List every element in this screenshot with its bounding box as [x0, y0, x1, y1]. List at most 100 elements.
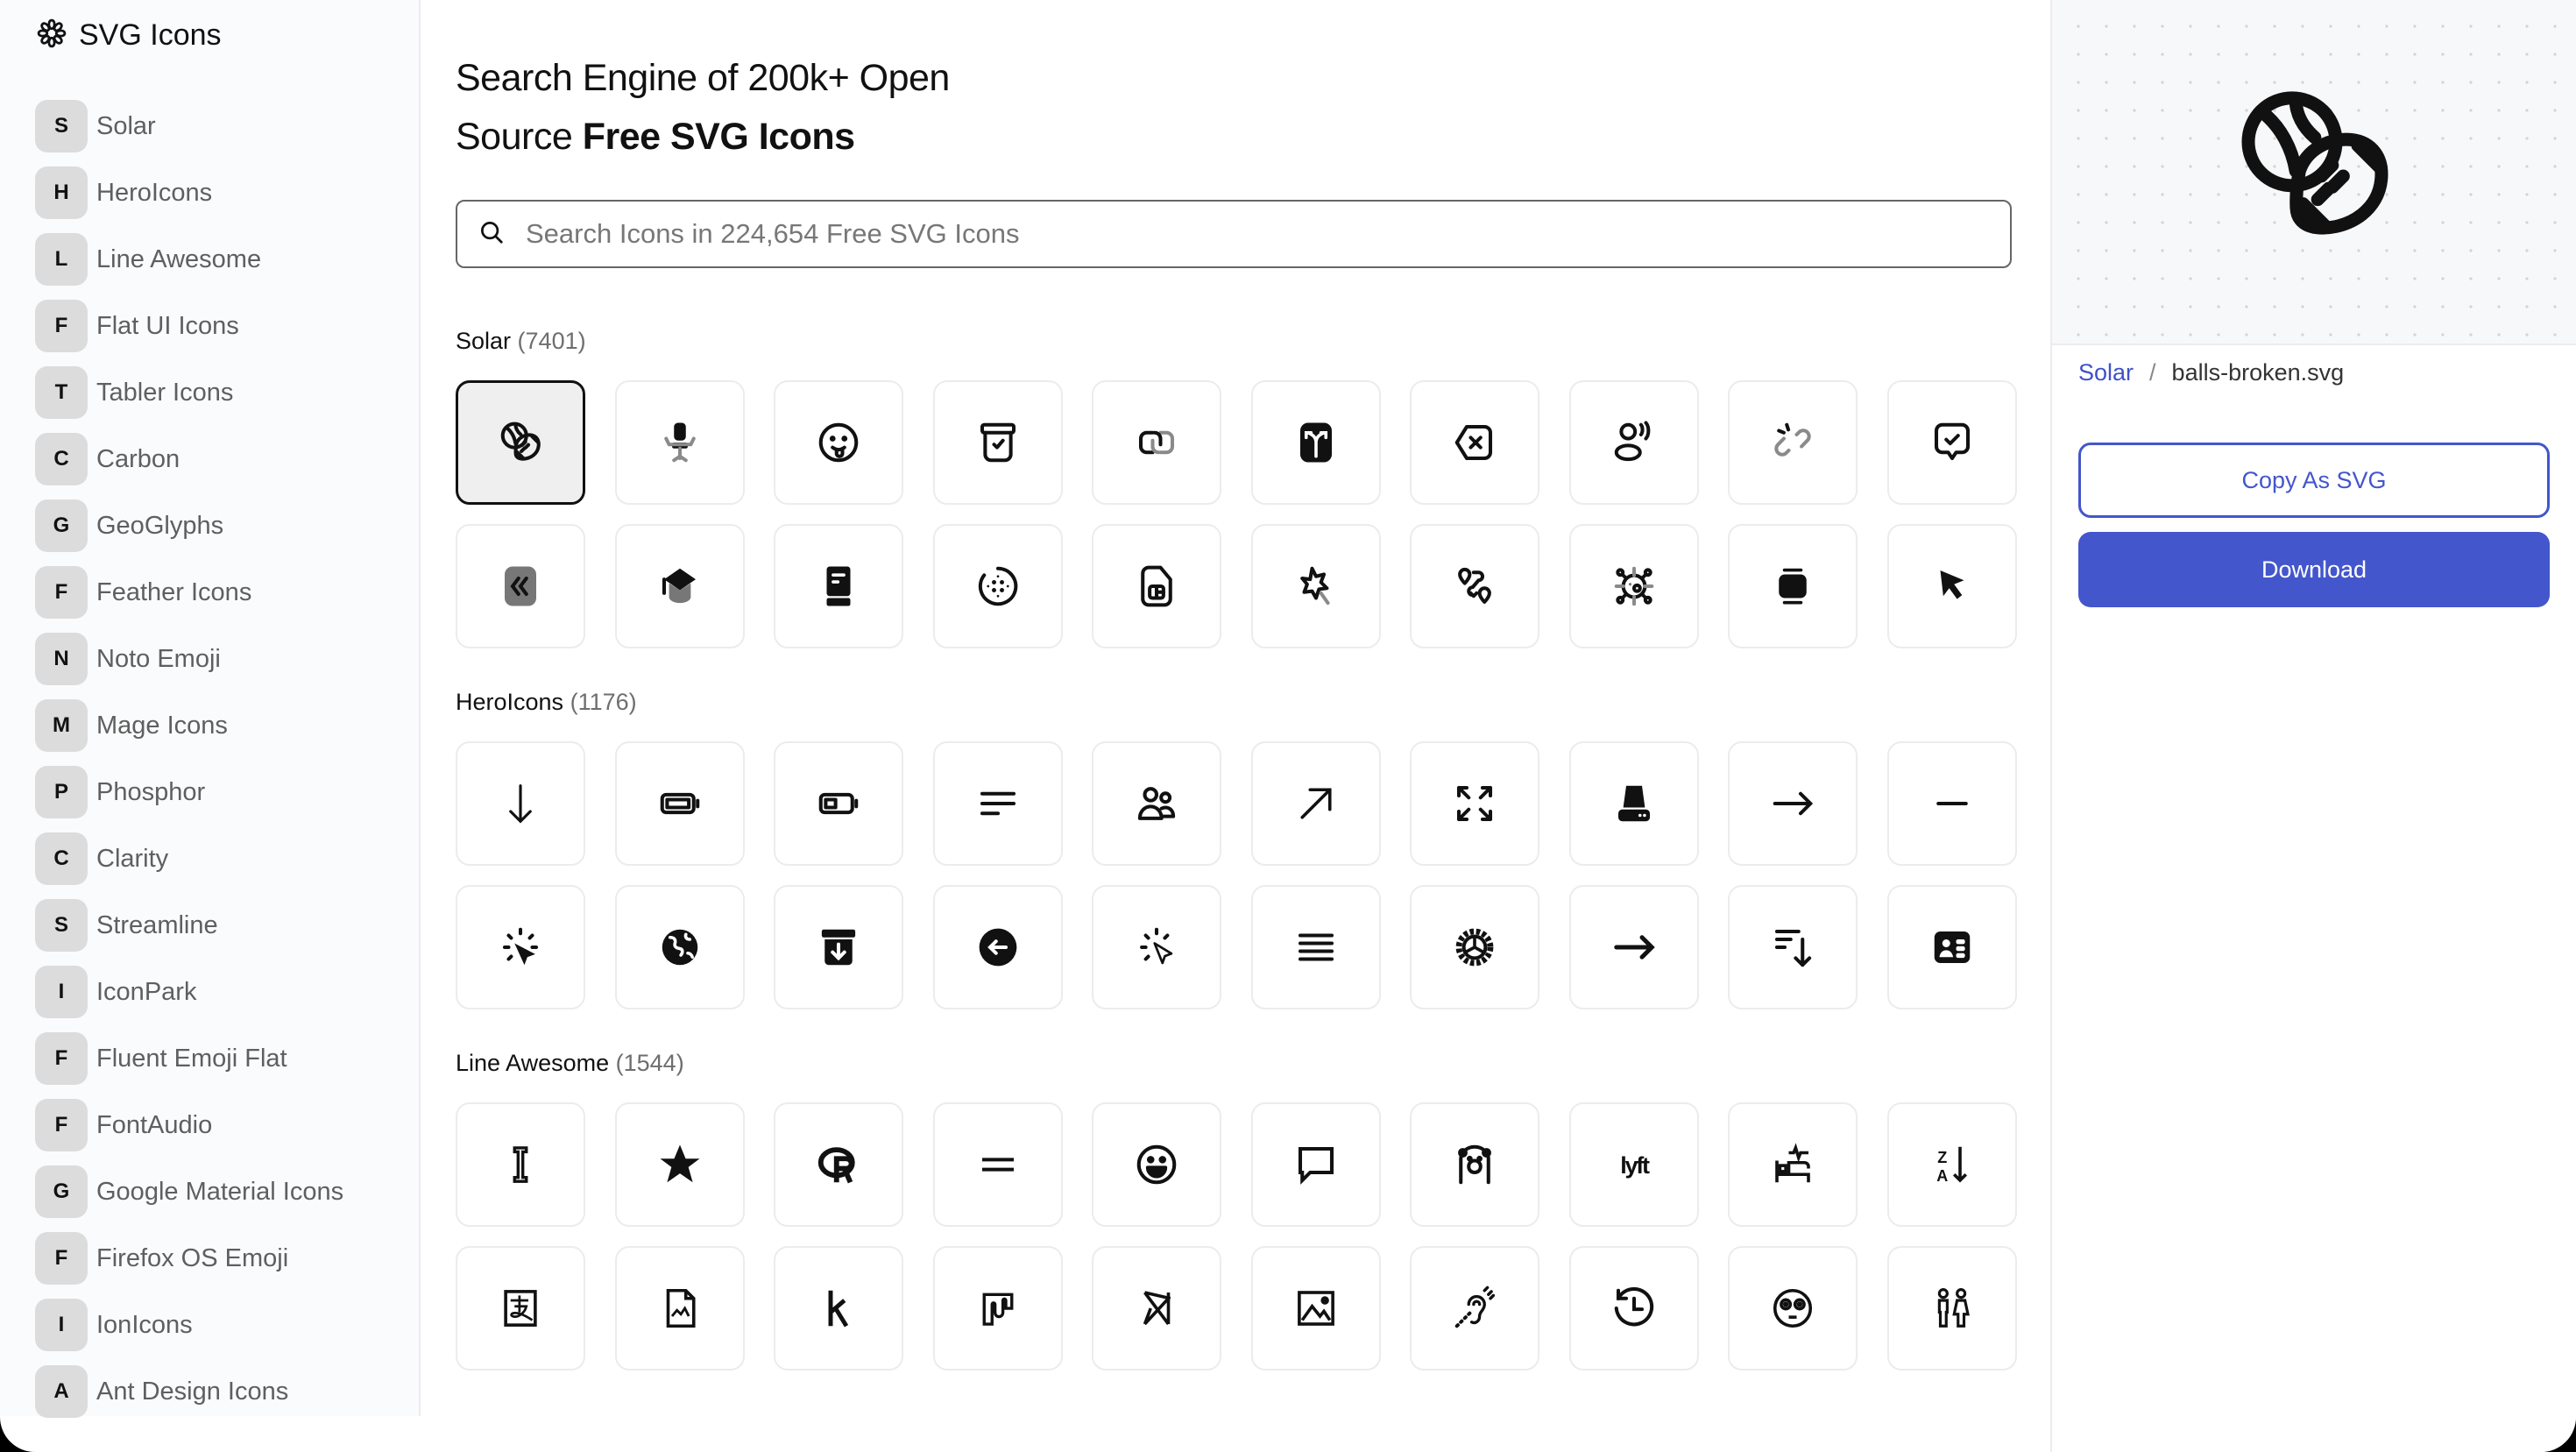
icon-card[interactable]	[614, 885, 745, 1009]
sidebar-item-label: FontAudio	[96, 1110, 213, 1139]
icon-card[interactable]	[1728, 1102, 1858, 1227]
route-pins-icon	[1451, 563, 1498, 610]
search-box[interactable]	[456, 200, 2012, 268]
icon-card[interactable]	[1886, 741, 2017, 866]
sidebar-item-geoglyphs[interactable]: G GeoGlyphs	[35, 499, 343, 552]
icon-card[interactable]	[1410, 741, 1539, 866]
icon-card[interactable]	[614, 524, 745, 648]
sidebar-item-heroicons[interactable]: H HeroIcons	[35, 166, 343, 219]
breadcrumb-set-link[interactable]: Solar	[2078, 359, 2134, 386]
icon-card[interactable]	[614, 1246, 745, 1371]
icon-card[interactable]	[774, 1102, 903, 1227]
icon-card[interactable]	[774, 885, 903, 1009]
sim-card-icon	[1133, 563, 1180, 610]
icon-card[interactable]	[1092, 741, 1221, 866]
icon-card[interactable]	[1250, 1246, 1381, 1371]
icon-card[interactable]	[1568, 1246, 1699, 1371]
sidebar-item-feather-icons[interactable]: F Feather Icons	[35, 566, 343, 619]
icon-card[interactable]	[614, 741, 745, 866]
icon-card[interactable]	[1886, 885, 2017, 1009]
icon-card[interactable]	[1410, 524, 1539, 648]
icon-card[interactable]	[1728, 885, 1858, 1009]
icon-card[interactable]	[1092, 524, 1221, 648]
sidebar-item-google-material-icons[interactable]: G Google Material Icons	[35, 1165, 343, 1218]
sidebar-item-carbon[interactable]: C Carbon	[35, 433, 343, 485]
sidebar-item-mage-icons[interactable]: M Mage Icons	[35, 699, 343, 752]
icon-card[interactable]: lyft	[1568, 1102, 1699, 1227]
icon-card[interactable]	[614, 380, 745, 505]
icon-card[interactable]	[1092, 885, 1221, 1009]
sidebar-item-badge: A	[35, 1365, 88, 1418]
icon-card[interactable]	[1410, 1102, 1539, 1227]
icon-card[interactable]	[932, 885, 1063, 1009]
icon-card[interactable]	[1250, 885, 1381, 1009]
icon-card[interactable]	[1092, 1102, 1221, 1227]
sidebar-item-noto-emoji[interactable]: N Noto Emoji	[35, 633, 343, 685]
icon-card[interactable]	[456, 1246, 585, 1371]
icon-card[interactable]	[456, 741, 585, 866]
icon-card[interactable]	[456, 1102, 585, 1227]
icon-card[interactable]	[456, 380, 585, 505]
icon-card[interactable]	[1092, 1246, 1221, 1371]
sidebar-item-ant-design-icons[interactable]: A Ant Design Icons	[35, 1365, 343, 1418]
emoji-tongue-icon	[815, 419, 862, 466]
icon-card[interactable]	[1886, 1246, 2017, 1371]
icon-card[interactable]	[1568, 885, 1699, 1009]
sidebar-item-clarity[interactable]: C Clarity	[35, 832, 343, 885]
logo[interactable]: SVG Icons	[33, 14, 222, 56]
icon-card[interactable]	[1250, 380, 1381, 505]
sidebar-item-fluent-emoji-flat[interactable]: F Fluent Emoji Flat	[35, 1032, 343, 1085]
equals-icon	[974, 1141, 1022, 1188]
icon-card[interactable]	[1886, 524, 2017, 648]
icon-card[interactable]	[614, 1102, 745, 1227]
icon-card[interactable]	[1250, 741, 1381, 866]
sidebar-item-iconpark[interactable]: I IconPark	[35, 966, 343, 1018]
sidebar-item-badge: C	[35, 433, 88, 485]
icon-card[interactable]	[1568, 741, 1699, 866]
arrows-pointing-out-icon	[1451, 780, 1498, 827]
icon-card[interactable]	[1092, 380, 1221, 505]
history-icon	[1610, 1285, 1658, 1332]
search-input[interactable]	[524, 217, 1929, 251]
icon-card[interactable]	[1728, 741, 1858, 866]
sidebar-item-badge: F	[35, 1032, 88, 1085]
icon-card[interactable]	[932, 380, 1063, 505]
icon-card[interactable]	[1568, 380, 1699, 505]
icon-card[interactable]	[1728, 380, 1858, 505]
icon-card[interactable]	[1728, 1246, 1858, 1371]
icon-card[interactable]	[1568, 524, 1699, 648]
sidebar-item-ionicons[interactable]: I IonIcons	[35, 1299, 343, 1351]
icon-card[interactable]	[1410, 885, 1539, 1009]
icon-card[interactable]	[932, 1102, 1063, 1227]
sidebar-item-solar[interactable]: S Solar	[35, 100, 343, 152]
sidebar-item-streamline[interactable]: S Streamline	[35, 899, 343, 952]
icon-card[interactable]: ZA	[1886, 1102, 2017, 1227]
icon-card[interactable]	[1410, 380, 1539, 505]
arrow-up-right-icon	[1292, 780, 1340, 827]
sidebar-item-fontaudio[interactable]: F FontAudio	[35, 1099, 343, 1151]
icon-card[interactable]	[774, 741, 903, 866]
icon-card[interactable]	[456, 524, 585, 648]
icon-card[interactable]	[1410, 1246, 1539, 1371]
icon-card[interactable]	[1250, 1102, 1381, 1227]
sidebar-item-label: HeroIcons	[96, 178, 213, 207]
icon-card[interactable]	[456, 885, 585, 1009]
download-button[interactable]: Download	[2078, 532, 2550, 607]
icon-card[interactable]	[1728, 524, 1858, 648]
sidebar-item-badge: F	[35, 1232, 88, 1285]
sidebar-item-flat-ui-icons[interactable]: F Flat UI Icons	[35, 300, 343, 352]
sidebar-item-line-awesome[interactable]: L Line Awesome	[35, 233, 343, 286]
section-name: Solar	[456, 328, 512, 354]
icon-card[interactable]	[932, 741, 1063, 866]
sidebar-item-tabler-icons[interactable]: T Tabler Icons	[35, 366, 343, 419]
icon-card[interactable]	[932, 1246, 1063, 1371]
icon-card[interactable]	[1250, 524, 1381, 648]
icon-card[interactable]	[774, 380, 903, 505]
icon-card[interactable]	[1886, 380, 2017, 505]
icon-card[interactable]	[774, 524, 903, 648]
sidebar-item-firefox-os-emoji[interactable]: F Firefox OS Emoji	[35, 1232, 343, 1285]
sidebar-item-phosphor[interactable]: P Phosphor	[35, 766, 343, 818]
copy-as-svg-button[interactable]: Copy As SVG	[2078, 443, 2550, 518]
icon-card[interactable]	[774, 1246, 903, 1371]
icon-card[interactable]	[932, 524, 1063, 648]
